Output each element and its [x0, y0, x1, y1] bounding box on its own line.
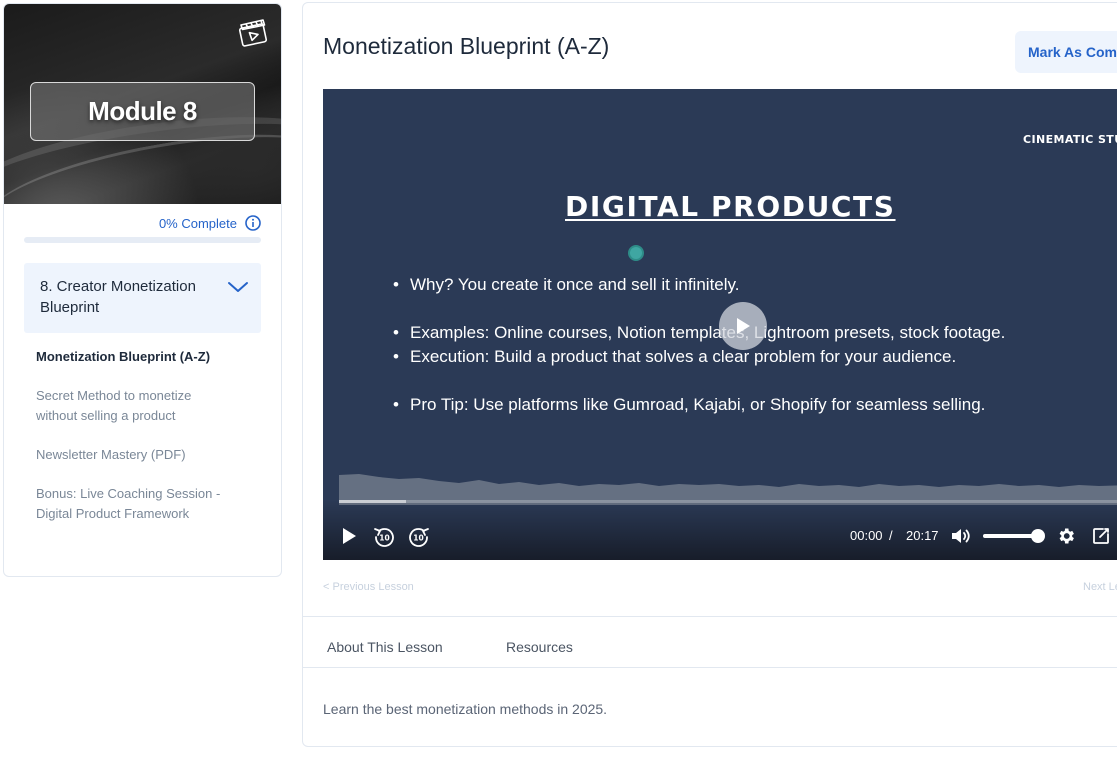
- module-label: Module 8: [88, 96, 197, 126]
- seek-buffered: [339, 500, 406, 503]
- play-icon: [737, 318, 750, 334]
- svg-text:10: 10: [379, 534, 389, 543]
- current-time: 00:00: [850, 528, 883, 543]
- external-link-icon[interactable]: [1091, 526, 1111, 546]
- big-play-button[interactable]: [719, 302, 767, 350]
- lesson-list: Monetization Blueprint (A-Z) Secret Meth…: [4, 333, 281, 524]
- volume-icon[interactable]: [950, 526, 972, 546]
- mark-complete-button[interactable]: Mark As Complete: [1015, 31, 1117, 73]
- lesson-panel: Monetization Blueprint (A-Z) Mark As Com…: [302, 2, 1117, 747]
- tab-resources[interactable]: Resources: [506, 639, 573, 655]
- gear-icon[interactable]: [1056, 526, 1076, 546]
- module-sidebar: Module 8 0% Complete 8. Creator Monetiza…: [3, 3, 282, 577]
- cursor-indicator-icon: [628, 245, 644, 261]
- module-badge: Module 8: [30, 82, 255, 141]
- page-title: Monetization Blueprint (A-Z): [323, 33, 610, 59]
- seek-bar[interactable]: [339, 500, 1117, 503]
- module-thumbnail: Module 8: [4, 4, 281, 204]
- divider: [303, 667, 1117, 668]
- lesson-item-active[interactable]: Monetization Blueprint (A-Z): [36, 347, 256, 367]
- play-icon[interactable]: [339, 525, 359, 547]
- studio-watermark: CINEMATIC STUDIO: [1023, 133, 1117, 146]
- time-separator: /: [889, 528, 893, 543]
- slide-bullet: Execution: Build a product that solves a…: [393, 345, 1005, 369]
- forward-10-icon[interactable]: 10: [407, 525, 431, 549]
- slide-bullet: Examples: Online courses, Notion templat…: [393, 321, 1005, 345]
- progress-text: 0% Complete: [158, 215, 237, 231]
- lesson-item[interactable]: Secret Method to monetize without sellin…: [36, 386, 226, 426]
- svg-text:10: 10: [413, 534, 423, 543]
- progress-bar: [24, 237, 261, 243]
- controls-overlay: [323, 500, 1117, 560]
- video-clapper-icon: [238, 19, 268, 47]
- progress-row: 0% Complete: [4, 204, 281, 231]
- chapter-toggle[interactable]: 8. Creator Monetization Blueprint: [24, 263, 261, 333]
- previous-lesson-link[interactable]: < Previous Lesson: [323, 581, 414, 593]
- volume-knob[interactable]: [1030, 529, 1045, 543]
- video-player[interactable]: CINEMATIC STUDIO DIGITAL PRODUCTS Why? Y…: [323, 89, 1117, 560]
- slide-bullets: Why? You create it once and sell it infi…: [393, 273, 1005, 417]
- info-icon[interactable]: [245, 215, 261, 231]
- chapter-title: 8. Creator Monetization Blueprint: [40, 278, 196, 316]
- slide-bullet: Pro Tip: Use platforms like Gumroad, Kaj…: [393, 393, 1005, 417]
- lesson-description: Learn the best monetization methods in 2…: [323, 701, 608, 717]
- lesson-item[interactable]: Bonus: Live Coaching Session - Digital P…: [36, 484, 226, 524]
- tab-about-this-lesson[interactable]: About This Lesson: [327, 639, 443, 655]
- rewind-10-icon[interactable]: 10: [372, 525, 396, 549]
- volume-slider[interactable]: [983, 534, 1037, 538]
- slide-bullet: Why? You create it once and sell it infi…: [393, 273, 1005, 297]
- chevron-down-icon: [228, 282, 248, 292]
- lesson-item[interactable]: Newsletter Mastery (PDF): [36, 445, 226, 465]
- duration: 20:17: [906, 528, 939, 543]
- divider: [303, 616, 1117, 617]
- next-lesson-link[interactable]: Next Lesson >: [1083, 581, 1117, 593]
- slide-heading: DIGITAL PRODUCTS: [565, 190, 896, 223]
